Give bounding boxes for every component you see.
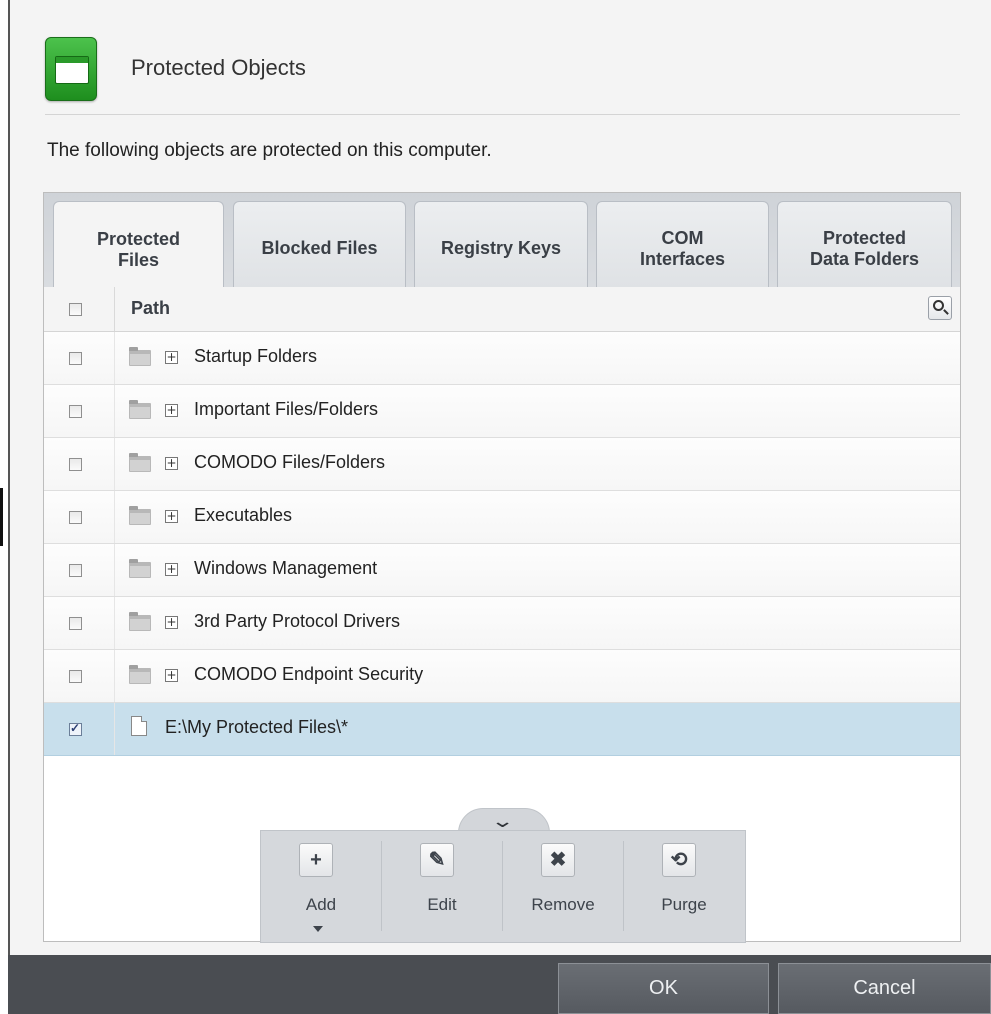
expand-icon[interactable]: + xyxy=(165,404,178,417)
row-checkbox[interactable] xyxy=(69,617,82,630)
close-icon: ✖ xyxy=(541,843,575,877)
row-label: Important Files/Folders xyxy=(194,399,379,419)
expand-icon[interactable]: + xyxy=(165,669,178,682)
remove-button[interactable]: ✖ Remove xyxy=(503,831,623,944)
row-label: E:\My Protected Files\* xyxy=(165,717,349,737)
add-button[interactable]: + Add xyxy=(261,831,381,944)
column-divider xyxy=(114,332,115,384)
row-label: COMODO Endpoint Security xyxy=(194,664,424,684)
table-row[interactable]: + Executables xyxy=(44,491,960,544)
row-checkbox[interactable] xyxy=(69,458,82,471)
row-checkbox[interactable] xyxy=(69,405,82,418)
table-row[interactable]: + COMODO Files/Folders xyxy=(44,438,960,491)
objects-panel: Protected Files Blocked Files Registry K… xyxy=(43,192,961,943)
chevron-down-icon: ⌄ xyxy=(490,811,515,831)
expand-icon[interactable]: + xyxy=(165,457,178,470)
table-row[interactable]: + Important Files/Folders xyxy=(44,385,960,438)
tab-protected-data-folders[interactable]: Protected Data Folders xyxy=(777,201,952,287)
pencil-icon: ✎ xyxy=(420,843,454,877)
edit-button[interactable]: ✎ Edit xyxy=(382,831,502,944)
row-label: COMODO Files/Folders xyxy=(194,452,386,472)
tab-bar: Protected Files Blocked Files Registry K… xyxy=(44,193,960,289)
purge-label: Purge xyxy=(661,895,707,914)
row-checkbox[interactable] xyxy=(69,564,82,577)
row-checkbox[interactable] xyxy=(69,670,82,683)
search-handle xyxy=(943,309,949,315)
ok-button[interactable]: OK xyxy=(558,963,769,1014)
protected-files-list: + Startup Folders + Important Files/Fold… xyxy=(44,332,960,756)
folder-icon xyxy=(129,400,151,419)
plus-icon: + xyxy=(299,843,333,877)
column-divider xyxy=(114,491,115,543)
tab-com-interfaces[interactable]: COM Interfaces xyxy=(596,201,769,287)
table-row[interactable]: + Windows Management xyxy=(44,544,960,597)
expand-icon[interactable]: + xyxy=(165,351,178,364)
protected-objects-icon xyxy=(45,37,97,101)
search-icon[interactable] xyxy=(928,296,952,320)
expand-icon[interactable]: + xyxy=(165,510,178,523)
row-checkbox[interactable] xyxy=(69,721,82,736)
select-all-checkbox[interactable] xyxy=(69,303,82,316)
tab-label: Protected Data Folders xyxy=(809,227,920,269)
tab-registry-keys[interactable]: Registry Keys xyxy=(414,201,588,287)
purge-button[interactable]: ⟲ Purge xyxy=(624,831,744,944)
dialog-title: Protected Objects xyxy=(131,55,306,80)
search-lens xyxy=(933,300,944,311)
header-divider xyxy=(45,114,960,115)
refresh-icon: ⟲ xyxy=(662,843,696,877)
tab-blocked-files[interactable]: Blocked Files xyxy=(233,201,406,287)
tab-protected-files[interactable]: Protected Files xyxy=(53,201,224,289)
expand-icon[interactable]: + xyxy=(165,616,178,629)
table-row[interactable]: + COMODO Endpoint Security xyxy=(44,650,960,703)
dialog-window: Protected Objects The following objects … xyxy=(8,0,991,955)
folder-icon xyxy=(129,453,151,472)
table-header: Path xyxy=(44,287,960,332)
table-row-selected[interactable]: E:\My Protected Files\* xyxy=(44,703,960,756)
file-icon xyxy=(131,716,147,736)
table-row[interactable]: + 3rd Party Protocol Drivers xyxy=(44,597,960,650)
folder-icon xyxy=(129,506,151,525)
add-label: Add xyxy=(305,895,337,914)
window-edge-marker xyxy=(0,488,3,546)
window-shape xyxy=(55,56,89,84)
column-header-path[interactable]: Path xyxy=(131,298,170,319)
cancel-button[interactable]: Cancel xyxy=(778,963,991,1014)
row-label: Executables xyxy=(194,505,293,525)
action-toolbar: ⌄ + Add ✎ Edit ✖ Remove ⟲ Purge xyxy=(260,808,746,943)
row-label: Windows Management xyxy=(194,558,378,578)
dialog-header: Protected Objects xyxy=(45,37,970,101)
column-divider xyxy=(114,597,115,649)
folder-icon xyxy=(129,612,151,631)
folder-icon xyxy=(129,559,151,578)
table-row[interactable]: + Startup Folders xyxy=(44,332,960,385)
dialog-footer: OK Cancel xyxy=(8,955,991,1014)
column-divider xyxy=(114,544,115,596)
row-label: 3rd Party Protocol Drivers xyxy=(194,611,401,631)
folder-icon xyxy=(129,665,151,684)
row-label: Startup Folders xyxy=(194,346,318,366)
tab-label: COM Interfaces xyxy=(639,227,726,269)
column-divider xyxy=(114,385,115,437)
row-checkbox[interactable] xyxy=(69,511,82,524)
edit-label: Edit xyxy=(427,895,457,914)
tab-label: Protected Files xyxy=(96,228,181,270)
tab-label: Registry Keys xyxy=(440,238,562,259)
column-divider xyxy=(114,703,115,755)
expand-icon[interactable]: + xyxy=(165,563,178,576)
row-checkbox[interactable] xyxy=(69,352,82,365)
dialog-description: The following objects are protected on t… xyxy=(47,140,492,161)
toolbar-body: + Add ✎ Edit ✖ Remove ⟲ Purge xyxy=(260,830,746,943)
tab-label: Blocked Files xyxy=(261,238,378,259)
folder-icon xyxy=(129,347,151,366)
column-divider xyxy=(114,438,115,490)
dropdown-arrow-icon xyxy=(313,926,323,932)
column-divider xyxy=(114,287,115,331)
column-divider xyxy=(114,650,115,702)
remove-label: Remove xyxy=(531,895,595,914)
